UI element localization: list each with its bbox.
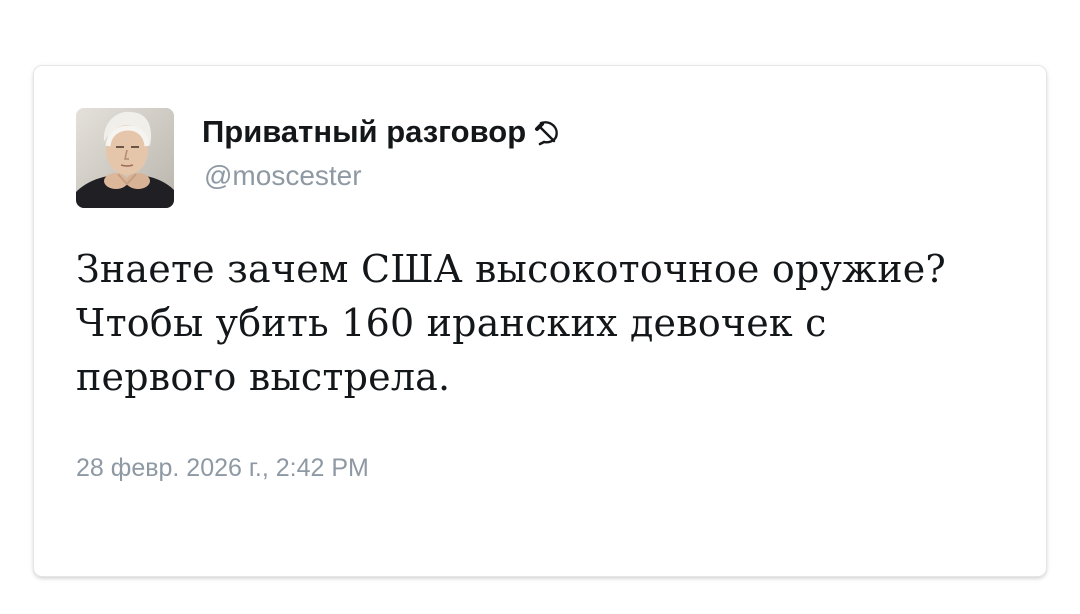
hammer-and-sickle-icon [534, 118, 562, 146]
author-display-name[interactable]: Приватный разговор [202, 114, 526, 150]
tweet-text: Знаете зачем США высокоточное оружие? Чт… [76, 247, 946, 399]
tweet-timestamp[interactable]: 28 февр. 2026 г., 2:42 PM [76, 454, 369, 483]
avatar[interactable] [76, 108, 174, 208]
author-name[interactable]: Приватный разговор [202, 114, 562, 150]
avatar-photo [76, 108, 174, 208]
author-handle[interactable]: @moscester [204, 160, 362, 192]
tweet-card: Приватный разговор @moscester Знаете зач… [34, 66, 1046, 576]
